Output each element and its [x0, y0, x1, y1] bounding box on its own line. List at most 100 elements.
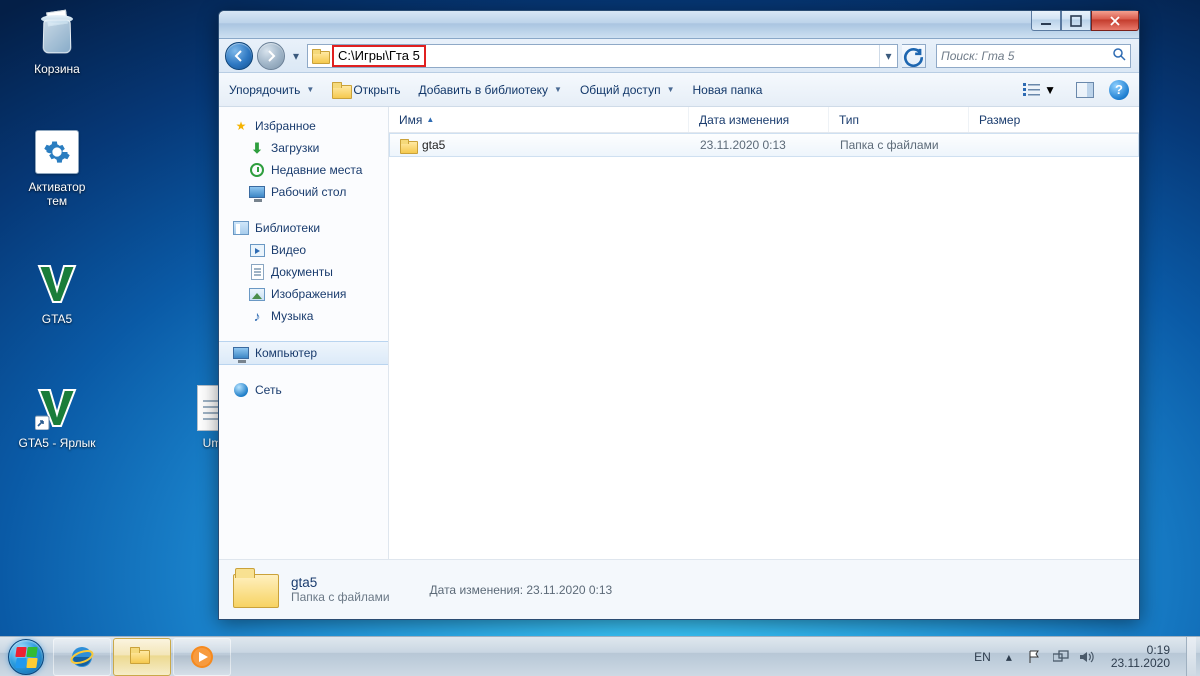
recycle-bin-icon — [34, 11, 80, 57]
column-date[interactable]: Дата изменения — [689, 107, 829, 132]
details-subtitle: Папка с файлами — [291, 590, 390, 604]
folder-open-icon — [332, 82, 348, 98]
show-desktop-button[interactable] — [1186, 637, 1196, 676]
address-bar[interactable]: C:\Игры\Гта 5 ▾ — [307, 44, 898, 68]
windows-logo-icon — [16, 647, 36, 667]
nav-favorites[interactable]: ★Избранное — [219, 115, 388, 137]
system-tray: EN ▴ 0:19 23.11.2020 — [966, 637, 1200, 676]
help-button[interactable]: ? — [1109, 80, 1129, 100]
desktop: Корзина Активатор тем GTA5 GTA5 - Ярлык … — [0, 0, 1200, 676]
nav-computer[interactable]: Компьютер — [219, 341, 388, 365]
address-path[interactable]: C:\Игры\Гта 5 — [332, 45, 426, 67]
column-size[interactable]: Размер — [969, 107, 1139, 132]
explorer-window: ▾ C:\Игры\Гта 5 ▾ Поиск: Гта 5 Упорядочи… — [218, 10, 1140, 620]
tray-volume-icon[interactable] — [1079, 649, 1095, 665]
add-to-library-menu[interactable]: Добавить в библиотеку▼ — [418, 83, 561, 97]
gear-icon — [35, 130, 79, 174]
address-dropdown[interactable]: ▾ — [879, 45, 897, 67]
folder-icon — [130, 647, 154, 667]
file-name: gta5 — [422, 138, 445, 152]
computer-icon — [233, 345, 249, 361]
globe-icon — [233, 382, 249, 398]
new-folder-button[interactable]: Новая папка — [692, 83, 762, 97]
nav-libraries[interactable]: Библиотеки — [219, 217, 388, 239]
tray-show-hidden[interactable]: ▴ — [1001, 649, 1017, 665]
nav-music[interactable]: ♪Музыка — [219, 305, 388, 327]
file-row[interactable]: gta5 23.11.2020 0:13 Папка с файлами — [389, 133, 1139, 157]
column-type[interactable]: Тип — [829, 107, 969, 132]
folder-icon — [311, 47, 329, 65]
close-button[interactable] — [1091, 11, 1139, 31]
search-box[interactable]: Поиск: Гта 5 — [936, 44, 1131, 68]
clock-time: 0:19 — [1111, 644, 1170, 657]
titlebar[interactable] — [219, 11, 1139, 39]
details-title: gta5 — [291, 575, 390, 590]
picture-icon — [249, 286, 265, 302]
back-button[interactable] — [225, 42, 253, 70]
monitor-icon — [249, 184, 265, 200]
file-date: 23.11.2020 0:13 — [700, 138, 786, 152]
folder-icon — [400, 137, 416, 153]
search-placeholder: Поиск: Гта 5 — [941, 49, 1014, 63]
desktop-icon-activator[interactable]: Активатор тем — [18, 128, 96, 208]
nav-pictures[interactable]: Изображения — [219, 283, 388, 305]
language-indicator[interactable]: EN — [974, 650, 991, 664]
library-icon — [233, 220, 249, 236]
file-list-area: Имя▲ Дата изменения Тип Размер gta5 23.1… — [389, 107, 1139, 559]
clock[interactable]: 0:19 23.11.2020 — [1105, 644, 1176, 670]
sort-indicator-icon: ▲ — [426, 115, 434, 124]
nav-desktop[interactable]: Рабочий стол — [219, 181, 388, 203]
document-icon — [249, 264, 265, 280]
gta-v-icon — [34, 261, 80, 307]
tray-flag-icon[interactable] — [1027, 649, 1043, 665]
desktop-icon-recycle-bin[interactable]: Корзина — [18, 10, 96, 76]
details-date-label: Дата изменения: — [430, 583, 524, 597]
organize-menu[interactable]: Упорядочить▼ — [229, 83, 314, 97]
open-button[interactable]: Открыть — [332, 82, 400, 98]
preview-pane-button[interactable] — [1071, 79, 1099, 101]
tray-network-icon[interactable] — [1053, 649, 1069, 665]
refresh-button[interactable] — [902, 44, 926, 68]
maximize-button[interactable] — [1061, 11, 1091, 31]
clock-date: 23.11.2020 — [1111, 657, 1170, 670]
desktop-icon-label: Активатор тем — [18, 180, 96, 208]
nav-recent[interactable]: Недавние места — [219, 159, 388, 181]
music-icon: ♪ — [249, 308, 265, 324]
download-icon: ⬇ — [249, 140, 265, 156]
nav-downloads[interactable]: ⬇Загрузки — [219, 137, 388, 159]
video-icon — [249, 242, 265, 258]
nav-network[interactable]: Сеть — [219, 379, 388, 401]
forward-button[interactable] — [257, 42, 285, 70]
desktop-icon-label: GTA5 - Ярлык — [18, 436, 96, 450]
taskbar-ie[interactable] — [53, 638, 111, 676]
view-mode-button[interactable]: ▼ — [1018, 79, 1061, 101]
taskbar-explorer[interactable] — [113, 638, 171, 676]
desktop-icon-gta5[interactable]: GTA5 — [18, 260, 96, 326]
taskbar-wmp[interactable] — [173, 638, 231, 676]
column-name[interactable]: Имя▲ — [389, 107, 689, 132]
minimize-button[interactable] — [1031, 11, 1061, 31]
details-date-value: 23.11.2020 0:13 — [526, 583, 612, 597]
desktop-icon-gta5-shortcut[interactable]: GTA5 - Ярлык — [18, 384, 96, 450]
toolbar: Упорядочить▼ Открыть Добавить в библиоте… — [219, 73, 1139, 107]
file-type: Папка с файлами — [840, 138, 939, 152]
nav-documents[interactable]: Документы — [219, 261, 388, 283]
desktop-icon-label: Корзина — [18, 62, 96, 76]
nav-row: ▾ C:\Игры\Гта 5 ▾ Поиск: Гта 5 — [219, 39, 1139, 73]
ie-icon — [69, 644, 95, 670]
navigation-pane: ★Избранное ⬇Загрузки Недавние места Рабо… — [219, 107, 389, 559]
nav-videos[interactable]: Видео — [219, 239, 388, 261]
details-pane: gta5 Папка с файлами Дата изменения: 23.… — [219, 559, 1139, 619]
star-icon: ★ — [233, 118, 249, 134]
desktop-icon-label: GTA5 — [18, 312, 96, 326]
share-menu[interactable]: Общий доступ▼ — [580, 83, 675, 97]
recent-icon — [249, 162, 265, 178]
media-player-icon — [189, 644, 215, 670]
taskbar: EN ▴ 0:19 23.11.2020 — [0, 636, 1200, 676]
column-headers: Имя▲ Дата изменения Тип Размер — [389, 107, 1139, 133]
search-icon — [1112, 47, 1126, 64]
nav-history-dropdown[interactable]: ▾ — [289, 44, 303, 68]
start-button[interactable] — [0, 637, 52, 676]
folder-large-icon — [233, 568, 277, 612]
gta-v-icon — [34, 385, 80, 431]
